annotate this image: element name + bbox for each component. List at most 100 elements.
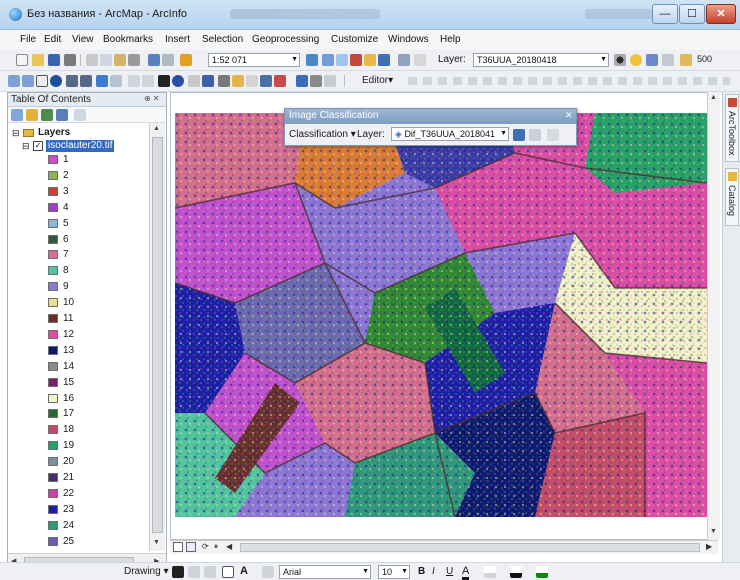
class-color-swatch[interactable] xyxy=(48,250,58,260)
menu-customize[interactable]: Customize xyxy=(331,34,378,45)
class-color-swatch[interactable] xyxy=(48,457,58,467)
class-legend-row[interactable]: 18 xyxy=(8,424,158,436)
class-legend-row[interactable]: 10 xyxy=(8,297,158,309)
select-features-icon[interactable] xyxy=(128,75,140,87)
collapse-icon[interactable]: ⊟ xyxy=(22,140,30,152)
pause-drawing-icon[interactable]: ⏸ xyxy=(214,542,218,552)
font-size-combo[interactable]: 10 ▼ xyxy=(378,565,410,579)
class-color-swatch[interactable] xyxy=(48,155,58,164)
class-color-swatch[interactable] xyxy=(48,488,58,498)
classified-raster-map[interactable] xyxy=(175,113,707,517)
toc-pin-close[interactable]: ⊕ ✕ xyxy=(144,94,160,103)
find-icon[interactable] xyxy=(232,75,244,87)
fill-color-icon[interactable] xyxy=(484,566,496,578)
catalog-tab[interactable]: Catalog xyxy=(725,168,739,226)
add-data-icon[interactable] xyxy=(180,54,192,66)
save-icon[interactable] xyxy=(48,54,60,66)
full-extent-icon[interactable] xyxy=(50,75,62,87)
hyperlink-icon[interactable] xyxy=(188,75,200,87)
toc-options-icon[interactable] xyxy=(74,109,86,121)
editor-menu[interactable]: Editor▾ xyxy=(362,75,393,86)
class-color-swatch[interactable] xyxy=(48,441,58,451)
class-legend-row[interactable]: 12 xyxy=(8,329,158,341)
create-viewer-icon[interactable] xyxy=(274,75,286,87)
class-legend-row[interactable]: 1 xyxy=(8,154,158,166)
attribute-table-icon[interactable] xyxy=(310,75,322,87)
menu-insert[interactable]: Insert xyxy=(165,34,190,45)
toolbox-icon[interactable] xyxy=(364,54,376,66)
font-combo[interactable]: Arial ▼ xyxy=(279,565,371,579)
class-legend-row[interactable]: 14 xyxy=(8,361,158,373)
map-horizontal-scrollbar[interactable]: ⟳ ⏸ ◀ ▶ xyxy=(170,540,718,554)
scroll-up-icon[interactable]: ▲ xyxy=(710,94,717,101)
close-icon[interactable]: ✕ xyxy=(565,110,573,121)
clear-selection-icon[interactable] xyxy=(142,75,154,87)
identify-icon[interactable] xyxy=(172,75,184,87)
class-color-swatch[interactable] xyxy=(48,393,58,403)
select-elements-icon[interactable] xyxy=(158,75,170,87)
paste-icon[interactable] xyxy=(114,54,126,66)
redo-icon[interactable] xyxy=(162,54,174,66)
class-legend-row[interactable]: 8 xyxy=(8,265,158,277)
sample-manager-icon[interactable] xyxy=(547,129,559,141)
class-color-swatch[interactable] xyxy=(48,361,58,371)
pan-icon[interactable] xyxy=(36,75,48,87)
menu-bookmarks[interactable]: Bookmarks xyxy=(103,34,153,45)
measure-icon[interactable] xyxy=(218,75,230,87)
layer-properties-icon[interactable] xyxy=(296,75,308,87)
catalog-window-icon[interactable] xyxy=(336,54,348,66)
zoom-to-element-icon[interactable] xyxy=(204,566,216,578)
class-legend-row[interactable]: 19 xyxy=(8,440,158,452)
class-legend-row[interactable]: 3 xyxy=(8,186,158,198)
list-by-source-icon[interactable] xyxy=(26,109,38,121)
forward-extent-icon[interactable] xyxy=(110,75,122,87)
class-color-swatch[interactable] xyxy=(48,298,58,308)
whats-this-icon[interactable] xyxy=(414,54,426,66)
class-legend-row[interactable]: 23 xyxy=(8,504,158,516)
tool-icon[interactable] xyxy=(324,75,336,87)
cut-icon[interactable] xyxy=(86,54,98,66)
class-legend-row[interactable]: 13 xyxy=(8,345,158,357)
zoom-out-icon[interactable] xyxy=(22,75,34,87)
delete-icon[interactable] xyxy=(128,54,140,66)
class-legend-row[interactable]: 17 xyxy=(8,408,158,420)
brightness-icon[interactable] xyxy=(630,54,642,66)
line-color-icon[interactable] xyxy=(510,566,522,578)
class-color-swatch[interactable] xyxy=(48,170,58,180)
class-color-swatch[interactable] xyxy=(48,425,58,435)
undo-icon[interactable] xyxy=(148,54,160,66)
contrast-icon[interactable] xyxy=(614,54,626,66)
class-legend-row[interactable]: 9 xyxy=(8,281,158,293)
menu-windows[interactable]: Windows xyxy=(388,34,429,45)
new-document-icon[interactable] xyxy=(16,54,28,66)
class-legend-row[interactable]: 7 xyxy=(8,249,158,261)
fixed-zoom-out-icon[interactable] xyxy=(80,75,92,87)
data-view-icon[interactable] xyxy=(186,542,196,552)
list-by-selection-icon[interactable] xyxy=(56,109,68,121)
zoom-level-value[interactable]: 500 xyxy=(697,54,712,64)
class-color-swatch[interactable] xyxy=(48,202,58,212)
drawing-menu[interactable]: Drawing ▾ xyxy=(124,566,168,577)
swipe-icon[interactable] xyxy=(662,54,674,66)
font-color-button[interactable]: A xyxy=(462,565,470,580)
python-window-icon[interactable] xyxy=(378,54,390,66)
toc-window-icon[interactable] xyxy=(322,54,334,66)
menu-geoprocessing[interactable]: Geoprocessing xyxy=(252,34,319,45)
menu-edit[interactable]: Edit xyxy=(44,34,61,45)
class-color-swatch[interactable] xyxy=(48,329,58,339)
resample-icon[interactable] xyxy=(680,54,692,66)
class-legend-row[interactable]: 25 xyxy=(8,536,158,548)
scroll-left-icon[interactable]: ◀ xyxy=(226,542,232,551)
raster-layer-row[interactable]: ⊟ ✓ isoclauter20.tif xyxy=(8,140,158,152)
html-popup-icon[interactable] xyxy=(202,75,214,87)
scroll-thumb[interactable] xyxy=(240,543,700,552)
editor-toolbar-icon[interactable] xyxy=(306,54,318,66)
class-legend-row[interactable]: 16 xyxy=(8,393,158,405)
menu-selection[interactable]: Selection xyxy=(202,34,243,45)
maximize-button[interactable]: ☐ xyxy=(679,4,705,24)
class-color-swatch[interactable] xyxy=(48,345,58,355)
class-legend-row[interactable]: 6 xyxy=(8,234,158,246)
collapse-icon[interactable]: ⊟ xyxy=(12,127,20,139)
classification-menu[interactable]: Classification ▾ xyxy=(289,129,356,140)
map-scale-combo[interactable]: 1:52 071 ▼ xyxy=(208,53,300,67)
